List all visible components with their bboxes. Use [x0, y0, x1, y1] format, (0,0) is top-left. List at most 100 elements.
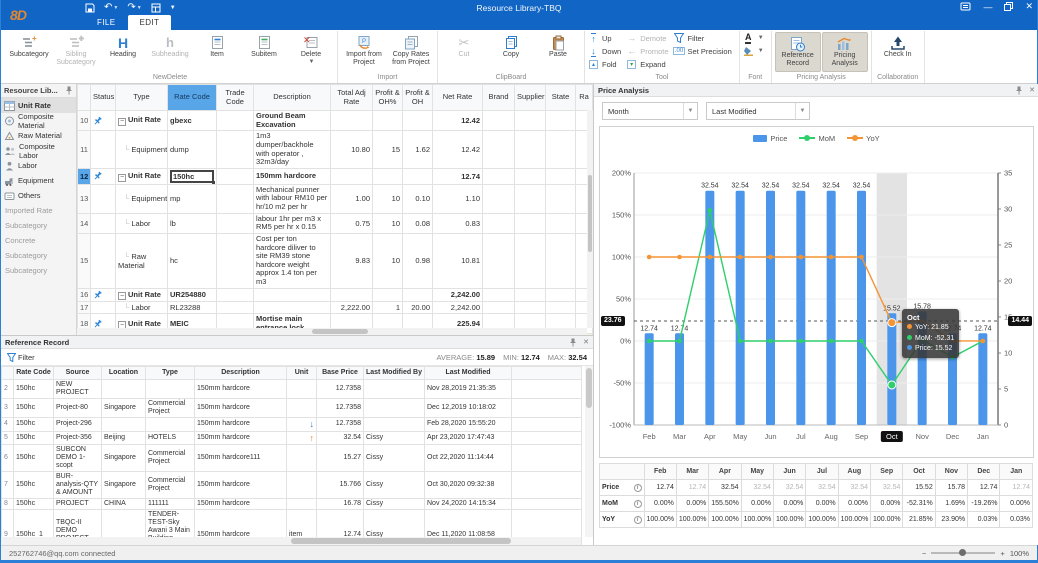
pin-icon[interactable]	[65, 86, 73, 95]
yoy-point[interactable]	[859, 255, 864, 260]
yoy-point[interactable]	[888, 319, 896, 327]
legend-item-mom[interactable]: MoM	[799, 134, 835, 143]
grid-row[interactable]: 16−Unit RateUR2548802,242.00	[78, 288, 593, 302]
zoom-in-button[interactable]: +	[1000, 549, 1004, 558]
mom-point[interactable]	[738, 339, 743, 344]
ribbon-button-heading[interactable]: HHeading	[100, 32, 146, 72]
info-icon[interactable]: i	[634, 516, 642, 524]
grid-row[interactable]: 14└Laborlblabour 1hr per m3 x RM5 per hr…	[78, 213, 593, 233]
mom-point[interactable]	[888, 381, 896, 389]
sidebar-subcategory-subcategory[interactable]: Subcategory	[1, 263, 76, 278]
grid-rate-code-cell[interactable]: UR254880	[168, 288, 217, 302]
zoom-out-button[interactable]: −	[922, 549, 926, 558]
grid-row-number[interactable]: 11	[78, 131, 91, 169]
grid-row[interactable]: 11└Equipmentdump1m3 dumper/backhole with…	[78, 131, 593, 169]
reference-column-header-unit[interactable]: Unit	[287, 367, 317, 380]
reference-row[interactable]: 2150hcNEW PROJECT150mm hardcore12.7358No…	[2, 380, 582, 399]
sidebar-subcategory-subcategory[interactable]: Subcategory	[1, 248, 76, 263]
yoy-point[interactable]	[738, 255, 743, 260]
sidebar-subcategory-subcategory[interactable]: Subcategory	[1, 218, 76, 233]
mom-point[interactable]	[647, 339, 652, 344]
ribbon-button-paste[interactable]: Paste	[535, 32, 581, 72]
reference-row[interactable]: 3150hcProject-80SingaporeCommercial Proj…	[2, 399, 582, 418]
grid-column-header-brand[interactable]: Brand	[483, 85, 515, 111]
ribbon-button-font-color-icon[interactable]: A▼	[743, 32, 764, 44]
price-bar[interactable]	[857, 191, 866, 425]
grid-row-number[interactable]: 12	[78, 168, 91, 184]
price-bar[interactable]	[675, 333, 684, 425]
mom-point[interactable]	[829, 339, 834, 344]
reference-column-header-source[interactable]: Source	[54, 367, 102, 380]
grid-row-number[interactable]: 15	[78, 233, 91, 288]
period-dropdown[interactable]: Month ▼	[602, 102, 698, 120]
ribbon-button-reference-record[interactable]: Reference Record	[775, 32, 821, 72]
ribbon-button-subcategory[interactable]: +Subcategory	[6, 32, 52, 72]
zoom-slider[interactable]	[931, 552, 995, 554]
reference-row[interactable]: 7150hcBUR-analysis-QTY & AMOUNTSingapore…	[2, 472, 582, 499]
grid-column-header-type[interactable]: Type	[116, 85, 168, 111]
sidebar-subcategory-imported-rate[interactable]: Imported Rate	[1, 203, 76, 218]
ribbon-button-filter[interactable]: Filter	[674, 32, 732, 44]
mom-point[interactable]	[708, 208, 713, 213]
grid-column-header-profit-oh[interactable]: Profit & OH	[403, 85, 433, 111]
yoy-point[interactable]	[677, 255, 682, 260]
reference-row[interactable]: 4150hcProject-296150mm hardcore↓12.7358F…	[2, 418, 582, 431]
ribbon-button-fill-color-icon[interactable]: ▼	[743, 45, 764, 57]
grid-row[interactable]: 10−Unit RategbexcGround Beam Excavation1…	[78, 111, 593, 131]
pin-icon[interactable]	[569, 338, 577, 347]
grid-vertical-scrollbar[interactable]	[587, 110, 593, 328]
price-bar[interactable]	[766, 191, 775, 425]
ribbon-button-up[interactable]: ↑Up	[588, 32, 621, 44]
collapse-icon[interactable]: −	[118, 174, 126, 182]
yoy-point[interactable]	[768, 255, 773, 260]
ribbon-button-fold[interactable]: ▴Fold	[588, 58, 621, 70]
ribbon-button-check-in[interactable]: Check In	[875, 32, 921, 72]
reference-column-header-rate-code[interactable]: Rate Code	[14, 367, 54, 380]
reference-column-header-last-modified-by[interactable]: Last Modified By	[364, 367, 425, 380]
ribbon-button-copy[interactable]: Copy	[488, 32, 534, 72]
ribbon-button-subitem[interactable]: Subitem	[241, 32, 287, 72]
mom-point[interactable]	[768, 339, 773, 344]
yoy-point[interactable]	[829, 255, 834, 260]
grid-rate-code-cell[interactable]: 150hc	[168, 168, 217, 184]
ribbon-button-item[interactable]: Item	[194, 32, 240, 72]
reference-column-header-location[interactable]: Location	[102, 367, 146, 380]
ribbon-button-copy-rates-from-project[interactable]: Copy Rates from Project	[388, 32, 434, 72]
ribbon-button-import-from-project[interactable]: PImport from Project	[341, 32, 387, 72]
grid-column-header-description[interactable]: Description	[254, 85, 331, 111]
price-bar[interactable]	[827, 191, 836, 425]
grid-column-header-supplier[interactable]: Supplier	[515, 85, 546, 111]
grid-horizontal-scrollbar[interactable]	[77, 328, 587, 335]
grid-column-header-trade-code[interactable]: Trade Code	[217, 85, 254, 111]
legend-item-yoy[interactable]: YoY	[847, 134, 880, 143]
tab-file[interactable]: FILE	[85, 15, 128, 30]
mom-point[interactable]	[799, 339, 804, 344]
grid-rate-code-cell[interactable]: hc	[168, 233, 217, 288]
info-icon[interactable]: i	[634, 500, 642, 508]
yoy-point[interactable]	[799, 255, 804, 260]
grid-column-header-rate-code[interactable]: Rate Code	[168, 85, 217, 111]
grid-rate-code-cell[interactable]: lb	[168, 213, 217, 233]
mom-point[interactable]	[859, 339, 864, 344]
grid-row-number[interactable]: 17	[78, 302, 91, 314]
reference-vertical-scrollbar[interactable]	[585, 366, 593, 537]
ribbon-button-demote[interactable]: →Demote	[626, 32, 668, 44]
sidebar-subcategory-concrete[interactable]: Concrete	[1, 233, 76, 248]
yoy-point[interactable]	[708, 255, 713, 260]
reference-row[interactable]: 5150hcProject-356BeijingHOTELS150mm hard…	[2, 431, 582, 444]
price-bar[interactable]	[645, 333, 654, 425]
reference-column-header-last-modified[interactable]: Last Modified	[425, 367, 512, 380]
ribbon-button-down[interactable]: ↓Down	[588, 45, 621, 57]
grid-column-header-profit-oh[interactable]: Profit & OH%	[373, 85, 403, 111]
tab-edit[interactable]: EDIT	[128, 15, 172, 30]
grid-column-header-state[interactable]: State	[546, 85, 576, 111]
ribbon-button-promote[interactable]: ←Promote	[626, 45, 668, 57]
info-icon[interactable]: i	[634, 484, 642, 492]
grid-column-header-net-rate[interactable]: Net Rate	[433, 85, 483, 111]
ribbon-button-subheading[interactable]: hSubheading	[147, 32, 193, 72]
grid-rate-code-cell[interactable]: gbexc	[168, 111, 217, 131]
reference-row[interactable]: 6150hcSUBCON DEMO 1-scoptSingaporeCommer…	[2, 444, 582, 471]
grid-rate-code-cell[interactable]: dump	[168, 131, 217, 169]
ribbon-button-delete[interactable]: ✕Delete▼	[288, 32, 334, 72]
reference-horizontal-scrollbar[interactable]	[1, 537, 581, 545]
